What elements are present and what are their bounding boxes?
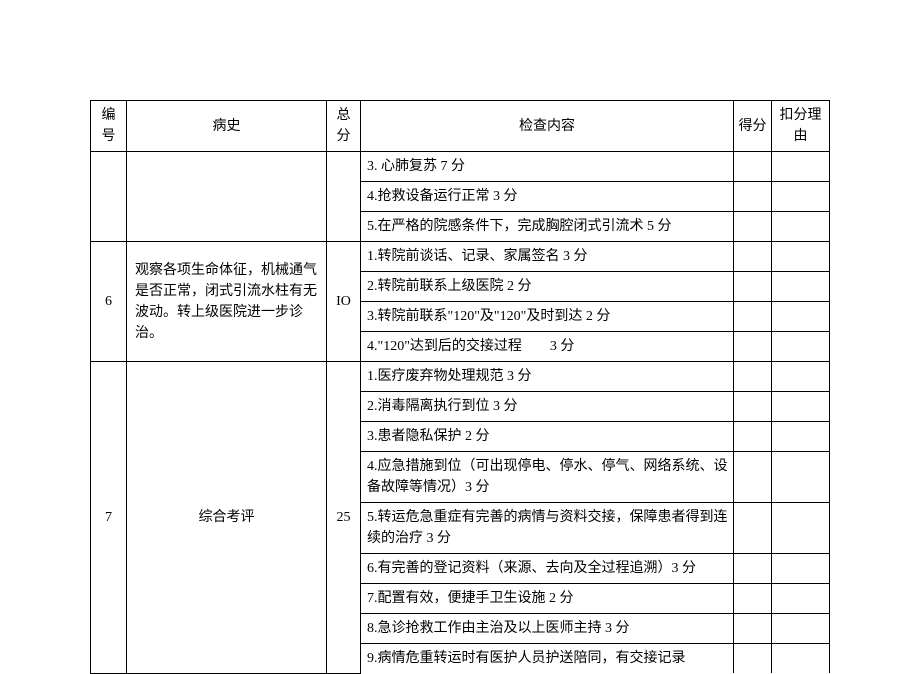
score-cell	[734, 362, 772, 392]
content-cell: 3. 心肺复苏 7 分	[361, 152, 734, 182]
content-cell: 4.抢救设备运行正常 3 分	[361, 182, 734, 212]
content-cell: 6.有完善的登记资料（来源、去向及全过程追溯）3 分	[361, 554, 734, 584]
header-history: 病史	[127, 101, 327, 152]
score-cell	[734, 584, 772, 614]
content-cell: 5.转运危急重症有完善的病情与资料交接，保障患者得到连续的治疗 3 分	[361, 503, 734, 554]
table-row: 3. 心肺复苏 7 分	[91, 152, 830, 182]
row-history: 观察各项生命体征，机械通气是否正常，闭式引流水柱有无波动。转上级医院进一步诊治。	[127, 242, 327, 362]
reason-cell	[772, 302, 830, 332]
table-row: 7 综合考评 25 1.医疗废弃物处理规范 3 分	[91, 362, 830, 392]
reason-cell	[772, 242, 830, 272]
content-cell: 1.转院前谈话、记录、家属签名 3 分	[361, 242, 734, 272]
reason-cell	[772, 614, 830, 644]
content-cell: 5.在严格的院感条件下，完成胸腔闭式引流术 5 分	[361, 212, 734, 242]
evaluation-table: 编号 病史 总分 检查内容 得分 扣分理由 3. 心肺复苏 7 分 4.抢救设备…	[90, 100, 830, 674]
content-cell: 3.转院前联系"120"及"120"及时到达 2 分	[361, 302, 734, 332]
score-cell	[734, 644, 772, 674]
content-cell: 3.患者隐私保护 2 分	[361, 422, 734, 452]
reason-cell	[772, 503, 830, 554]
row-num: 6	[91, 242, 127, 362]
score-cell	[734, 182, 772, 212]
score-cell	[734, 422, 772, 452]
score-cell	[734, 554, 772, 584]
score-cell	[734, 332, 772, 362]
row-total: IO	[327, 242, 361, 362]
reason-cell	[772, 182, 830, 212]
reason-cell	[772, 392, 830, 422]
content-cell: 8.急诊抢救工作由主治及以上医师主持 3 分	[361, 614, 734, 644]
score-cell	[734, 152, 772, 182]
reason-cell	[772, 584, 830, 614]
score-cell	[734, 272, 772, 302]
header-score: 得分	[734, 101, 772, 152]
table-header-row: 编号 病史 总分 检查内容 得分 扣分理由	[91, 101, 830, 152]
score-cell	[734, 242, 772, 272]
content-cell: 4.应急措施到位（可出现停电、停水、停气、网络系统、设备故障等情况）3 分	[361, 452, 734, 503]
header-num: 编号	[91, 101, 127, 152]
reason-cell	[772, 554, 830, 584]
score-cell	[734, 212, 772, 242]
table-row: 6 观察各项生命体征，机械通气是否正常，闭式引流水柱有无波动。转上级医院进一步诊…	[91, 242, 830, 272]
row-total: 25	[327, 362, 361, 674]
reason-cell	[772, 422, 830, 452]
score-cell	[734, 503, 772, 554]
content-cell: 9.病情危重转运时有医护人员护送陪同，有交接记录	[361, 644, 734, 674]
row-num: 7	[91, 362, 127, 674]
reason-cell	[772, 452, 830, 503]
content-cell: 2.消毒隔离执行到位 3 分	[361, 392, 734, 422]
row-history: 综合考评	[127, 362, 327, 674]
header-reason: 扣分理由	[772, 101, 830, 152]
score-cell	[734, 302, 772, 332]
reason-cell	[772, 362, 830, 392]
content-cell: 1.医疗废弃物处理规范 3 分	[361, 362, 734, 392]
reason-cell	[772, 272, 830, 302]
reason-cell	[772, 644, 830, 674]
header-content: 检查内容	[361, 101, 734, 152]
score-cell	[734, 392, 772, 422]
score-cell	[734, 452, 772, 503]
header-total: 总分	[327, 101, 361, 152]
reason-cell	[772, 152, 830, 182]
content-cell: 7.配置有效，便捷手卫生设施 2 分	[361, 584, 734, 614]
reason-cell	[772, 332, 830, 362]
content-cell: 2.转院前联系上级医院 2 分	[361, 272, 734, 302]
content-cell: 4."120"达到后的交接过程 3 分	[361, 332, 734, 362]
reason-cell	[772, 212, 830, 242]
score-cell	[734, 614, 772, 644]
